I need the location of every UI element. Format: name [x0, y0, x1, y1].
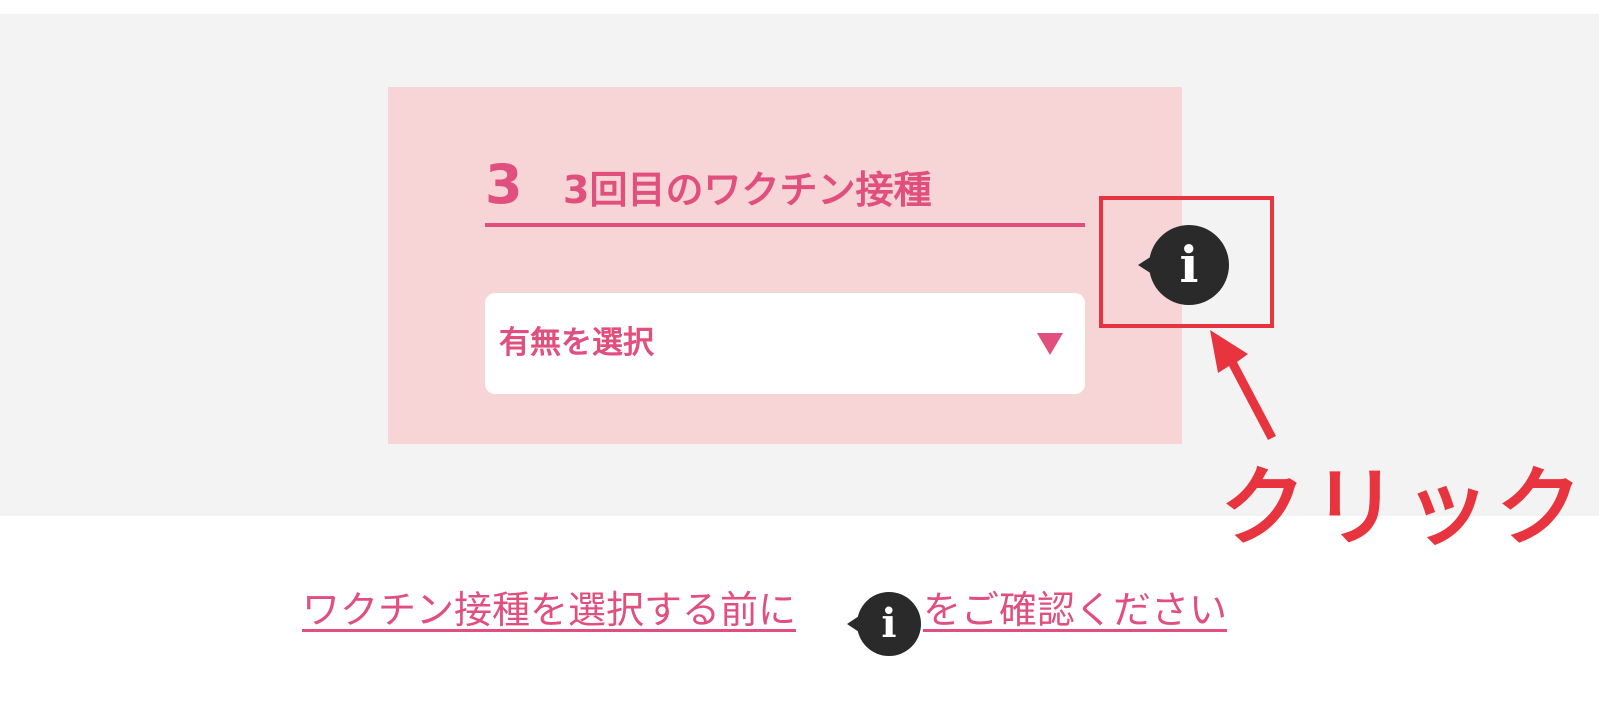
- vaccination-card: 3 3回目のワクチン接種 有無を選択: [388, 87, 1182, 444]
- annotation-arrow-icon: [1210, 330, 1276, 440]
- annotation-highlight-box: [1099, 196, 1274, 328]
- card-title: 3回目のワクチン接種: [563, 168, 932, 212]
- info-glyph-inline: i: [881, 600, 897, 647]
- step-number: 3: [485, 153, 523, 216]
- info-icon-inline[interactable]: i: [847, 592, 921, 656]
- select-value: 有無を選択: [499, 325, 654, 361]
- notice-line: ワクチン接種を選択する前に をご確認ください: [0, 580, 1599, 660]
- page: 3 3回目のワクチン接種 有無を選択 i クリック ワクチン接種を選択する前に …: [0, 0, 1599, 706]
- notice-link-before[interactable]: ワクチン接種を選択する前に: [302, 580, 796, 660]
- annotation-click-label: クリック: [1220, 458, 1588, 558]
- vaccination-select[interactable]: 有無を選択: [485, 293, 1085, 394]
- triangle-down-icon: [1037, 333, 1063, 355]
- card-heading: 3 3回目のワクチン接種: [485, 155, 1085, 227]
- notice-link-after[interactable]: をご確認ください: [923, 580, 1227, 660]
